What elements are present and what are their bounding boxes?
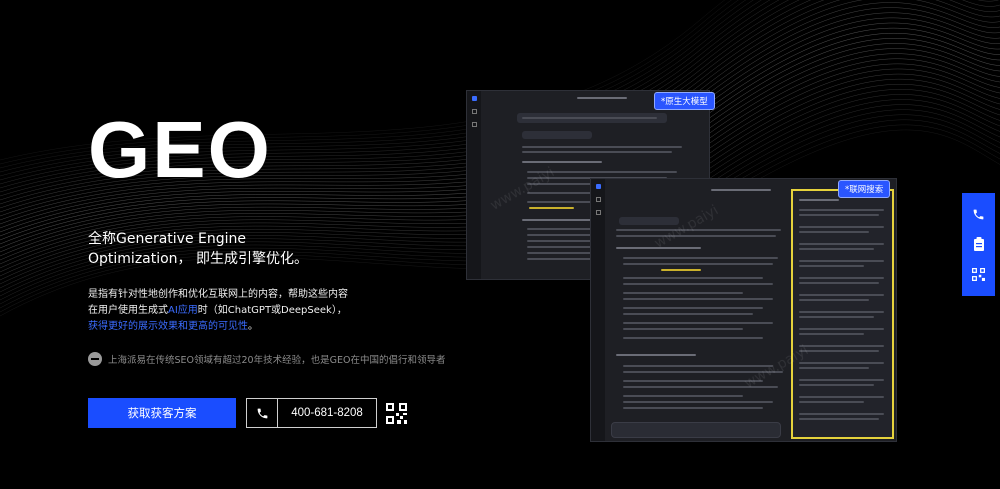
side-contact-bar bbox=[962, 193, 995, 296]
clipboard-icon[interactable] bbox=[971, 236, 987, 252]
web-search-tag: *联网搜索 bbox=[838, 180, 891, 198]
phone-icon bbox=[247, 399, 278, 427]
search-results-panel bbox=[791, 189, 894, 439]
app-rail bbox=[591, 179, 605, 441]
qr-code-icon[interactable] bbox=[386, 403, 407, 424]
phone-icon[interactable] bbox=[971, 206, 987, 222]
app-rail bbox=[467, 91, 481, 279]
subtitle: 全称Generative Engine Optimization， 即生成引擎优… bbox=[88, 231, 309, 267]
phone-contact[interactable]: 400-681-8208 bbox=[246, 398, 377, 428]
description-text-3: 。 bbox=[248, 321, 258, 332]
phone-number: 400-681-8208 bbox=[291, 407, 363, 419]
history-line: 上海派易在传统SEO领域有超过20年技术经验，也是GEO在中国的倡行和领导者 bbox=[88, 350, 468, 368]
web-search-screenshot: www.paiyi www.paiyi bbox=[590, 178, 897, 442]
description: 是指有针对性地创作和优化互联网上的内容，帮助这些内容在用户使用生成式AI应用时（… bbox=[88, 287, 350, 335]
description-highlight-ai: AI应用 bbox=[168, 305, 198, 316]
qr-code-icon[interactable] bbox=[971, 267, 987, 283]
description-text-2: 时（如ChatGPT或DeepSeek）， bbox=[197, 305, 347, 316]
page-title: GEO bbox=[88, 105, 272, 194]
history-text: 上海派易在传统SEO领域有超过20年技术经验，也是GEO在中国的倡行和领导者 bbox=[108, 355, 446, 366]
company-logo-icon bbox=[88, 352, 102, 366]
description-highlight-visibility: 获得更好的展示效果和更高的可见性 bbox=[88, 321, 248, 332]
native-llm-tag: *原生大模型 bbox=[654, 92, 715, 110]
get-plan-button[interactable]: 获取获客方案 bbox=[88, 398, 236, 428]
